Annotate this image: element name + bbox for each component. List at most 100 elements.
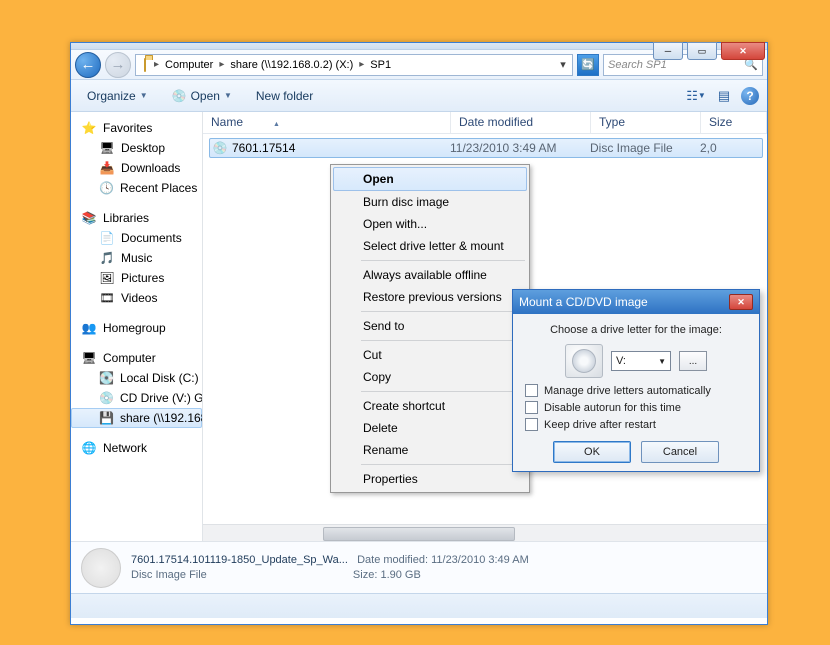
open-button[interactable]: 💿 Open▼ (164, 85, 240, 107)
network-icon: 🌐 (81, 440, 97, 456)
recent-icon: 🕓 (99, 180, 114, 196)
iso-icon: 💿 (212, 140, 228, 156)
computer-group[interactable]: 🖥Computer (71, 348, 202, 368)
file-row[interactable]: 💿 7601.17514 11/23/2010 3:49 AM Disc Ima… (209, 138, 763, 158)
downloads-icon: 📥 (99, 160, 115, 176)
menu-offline[interactable]: Always available offline (333, 264, 527, 286)
file-date: 11/23/2010 3:49 AM (450, 141, 590, 155)
file-name: 7601.17514 (232, 141, 295, 155)
menu-restore[interactable]: Restore previous versions (333, 286, 527, 308)
col-type[interactable]: Type (591, 112, 701, 133)
address-dropdown[interactable]: ▾ (556, 58, 570, 71)
drive-letter-select[interactable]: V:▼ (611, 351, 671, 371)
breadcrumb-computer[interactable]: Computer (161, 58, 217, 72)
checkbox-icon[interactable] (525, 401, 538, 414)
cd-icon: 💿 (99, 390, 114, 406)
details-icon (81, 548, 121, 588)
breadcrumb-sp1[interactable]: SP1 (366, 58, 395, 72)
drive-image-icon (565, 344, 603, 378)
dialog-close-button[interactable]: ✕ (729, 294, 753, 310)
minimize-button[interactable]: ─ (653, 42, 683, 60)
window-controls: ─ ▭ ✕ (653, 42, 765, 60)
favorites-group[interactable]: ⭐Favorites (71, 118, 202, 138)
sidebar-item-downloads[interactable]: 📥Downloads (71, 158, 202, 178)
col-date[interactable]: Date modified (451, 112, 591, 133)
sidebar-item-cd-v[interactable]: 💿CD Drive (V:) GRMSP (71, 388, 202, 408)
view-button[interactable]: ☷ ▼ (685, 86, 707, 106)
menu-openwith[interactable]: Open with... (333, 213, 527, 235)
back-button[interactable]: ← (75, 52, 101, 78)
sidebar-item-videos[interactable]: 🎞Videos (71, 288, 202, 308)
refresh-button[interactable]: 🔄 (577, 54, 599, 76)
sidebar-item-documents[interactable]: 📄Documents (71, 228, 202, 248)
browse-button[interactable]: ... (679, 351, 707, 371)
folder-icon (138, 59, 152, 71)
details-filename: 7601.17514.101119-1850_Update_Sp_Wa... (131, 554, 348, 566)
command-bar: Organize▼ 💿 Open▼ New folder ☷ ▼ ▤ ? (71, 80, 767, 112)
menu-sendto[interactable]: Send to (333, 315, 527, 337)
homegroup[interactable]: 👥Homegroup (71, 318, 202, 338)
disc-icon: 💿 (172, 89, 187, 103)
library-icon: 📚 (81, 210, 97, 226)
checkbox-keep-after-restart[interactable]: Keep drive after restart (525, 418, 747, 431)
star-icon: ⭐ (81, 120, 97, 136)
netdrive-icon: 💾 (99, 410, 114, 426)
address-bar[interactable]: ▸ Computer ▸ share (\\192.168.0.2) (X:) … (135, 54, 573, 76)
menu-burn[interactable]: Burn disc image (333, 191, 527, 213)
breadcrumb-share[interactable]: share (\\192.168.0.2) (X:) (226, 58, 357, 72)
sidebar-item-music[interactable]: 🎵Music (71, 248, 202, 268)
sidebar-item-local-c[interactable]: 💽Local Disk (C:) (71, 368, 202, 388)
drive-icon: 💽 (99, 370, 114, 386)
music-icon: 🎵 (99, 250, 115, 266)
checkbox-disable-autorun[interactable]: Disable autorun for this time (525, 401, 747, 414)
homegroup-icon: 👥 (81, 320, 97, 336)
videos-icon: 🎞 (99, 290, 115, 306)
sidebar-item-share[interactable]: 💾share (\\192.168.0.2) (71, 408, 202, 428)
titlebar: ─ ▭ ✕ (71, 43, 767, 50)
preview-pane-button[interactable]: ▤ (713, 86, 735, 106)
forward-button[interactable]: → (105, 52, 131, 78)
file-size: 2,0 (700, 141, 717, 155)
network-group[interactable]: 🌐Network (71, 438, 202, 458)
horizontal-scrollbar[interactable] (203, 524, 767, 541)
col-name[interactable]: Name (203, 112, 451, 133)
checkbox-icon[interactable] (525, 418, 538, 431)
nav-tree: ⭐Favorites 🖥Desktop 📥Downloads 🕓Recent P… (71, 112, 203, 541)
menu-cut[interactable]: Cut (333, 344, 527, 366)
new-folder-button[interactable]: New folder (248, 85, 321, 107)
details-filetype: Disc Image File (131, 569, 207, 581)
libraries-group[interactable]: 📚Libraries (71, 208, 202, 228)
menu-open[interactable]: Open (333, 167, 527, 191)
menu-select-mount[interactable]: Select drive letter & mount (333, 235, 527, 257)
close-button[interactable]: ✕ (721, 42, 765, 60)
details-pane: 7601.17514.101119-1850_Update_Sp_Wa... D… (71, 541, 767, 593)
checkbox-icon[interactable] (525, 384, 538, 397)
sidebar-item-desktop[interactable]: 🖥Desktop (71, 138, 202, 158)
menu-delete[interactable]: Delete (333, 417, 527, 439)
file-type: Disc Image File (590, 141, 700, 155)
dialog-prompt: Choose a drive letter for the image: (525, 324, 747, 336)
menu-copy[interactable]: Copy (333, 366, 527, 388)
mount-dialog: Mount a CD/DVD image ✕ Choose a drive le… (512, 289, 760, 472)
maximize-button[interactable]: ▭ (687, 42, 717, 60)
column-headers: Name Date modified Type Size (203, 112, 767, 134)
help-button[interactable]: ? (741, 87, 759, 105)
status-strip (71, 593, 767, 618)
dialog-titlebar[interactable]: Mount a CD/DVD image ✕ (513, 290, 759, 314)
search-placeholder: Search SP1 (608, 59, 667, 71)
sidebar-item-pictures[interactable]: 🖼Pictures (71, 268, 202, 288)
cancel-button[interactable]: Cancel (641, 441, 719, 463)
organize-button[interactable]: Organize▼ (79, 85, 156, 107)
menu-rename[interactable]: Rename (333, 439, 527, 461)
checkbox-auto-letters[interactable]: Manage drive letters automatically (525, 384, 747, 397)
col-size[interactable]: Size (701, 112, 767, 133)
menu-shortcut[interactable]: Create shortcut (333, 395, 527, 417)
context-menu: Open Burn disc image Open with... Select… (330, 164, 530, 493)
ok-button[interactable]: OK (553, 441, 631, 463)
pictures-icon: 🖼 (99, 270, 115, 286)
sidebar-item-recent[interactable]: 🕓Recent Places (71, 178, 202, 198)
menu-properties[interactable]: Properties (333, 468, 527, 490)
documents-icon: 📄 (99, 230, 115, 246)
dialog-title: Mount a CD/DVD image (519, 295, 648, 309)
computer-icon: 🖥 (81, 350, 97, 366)
